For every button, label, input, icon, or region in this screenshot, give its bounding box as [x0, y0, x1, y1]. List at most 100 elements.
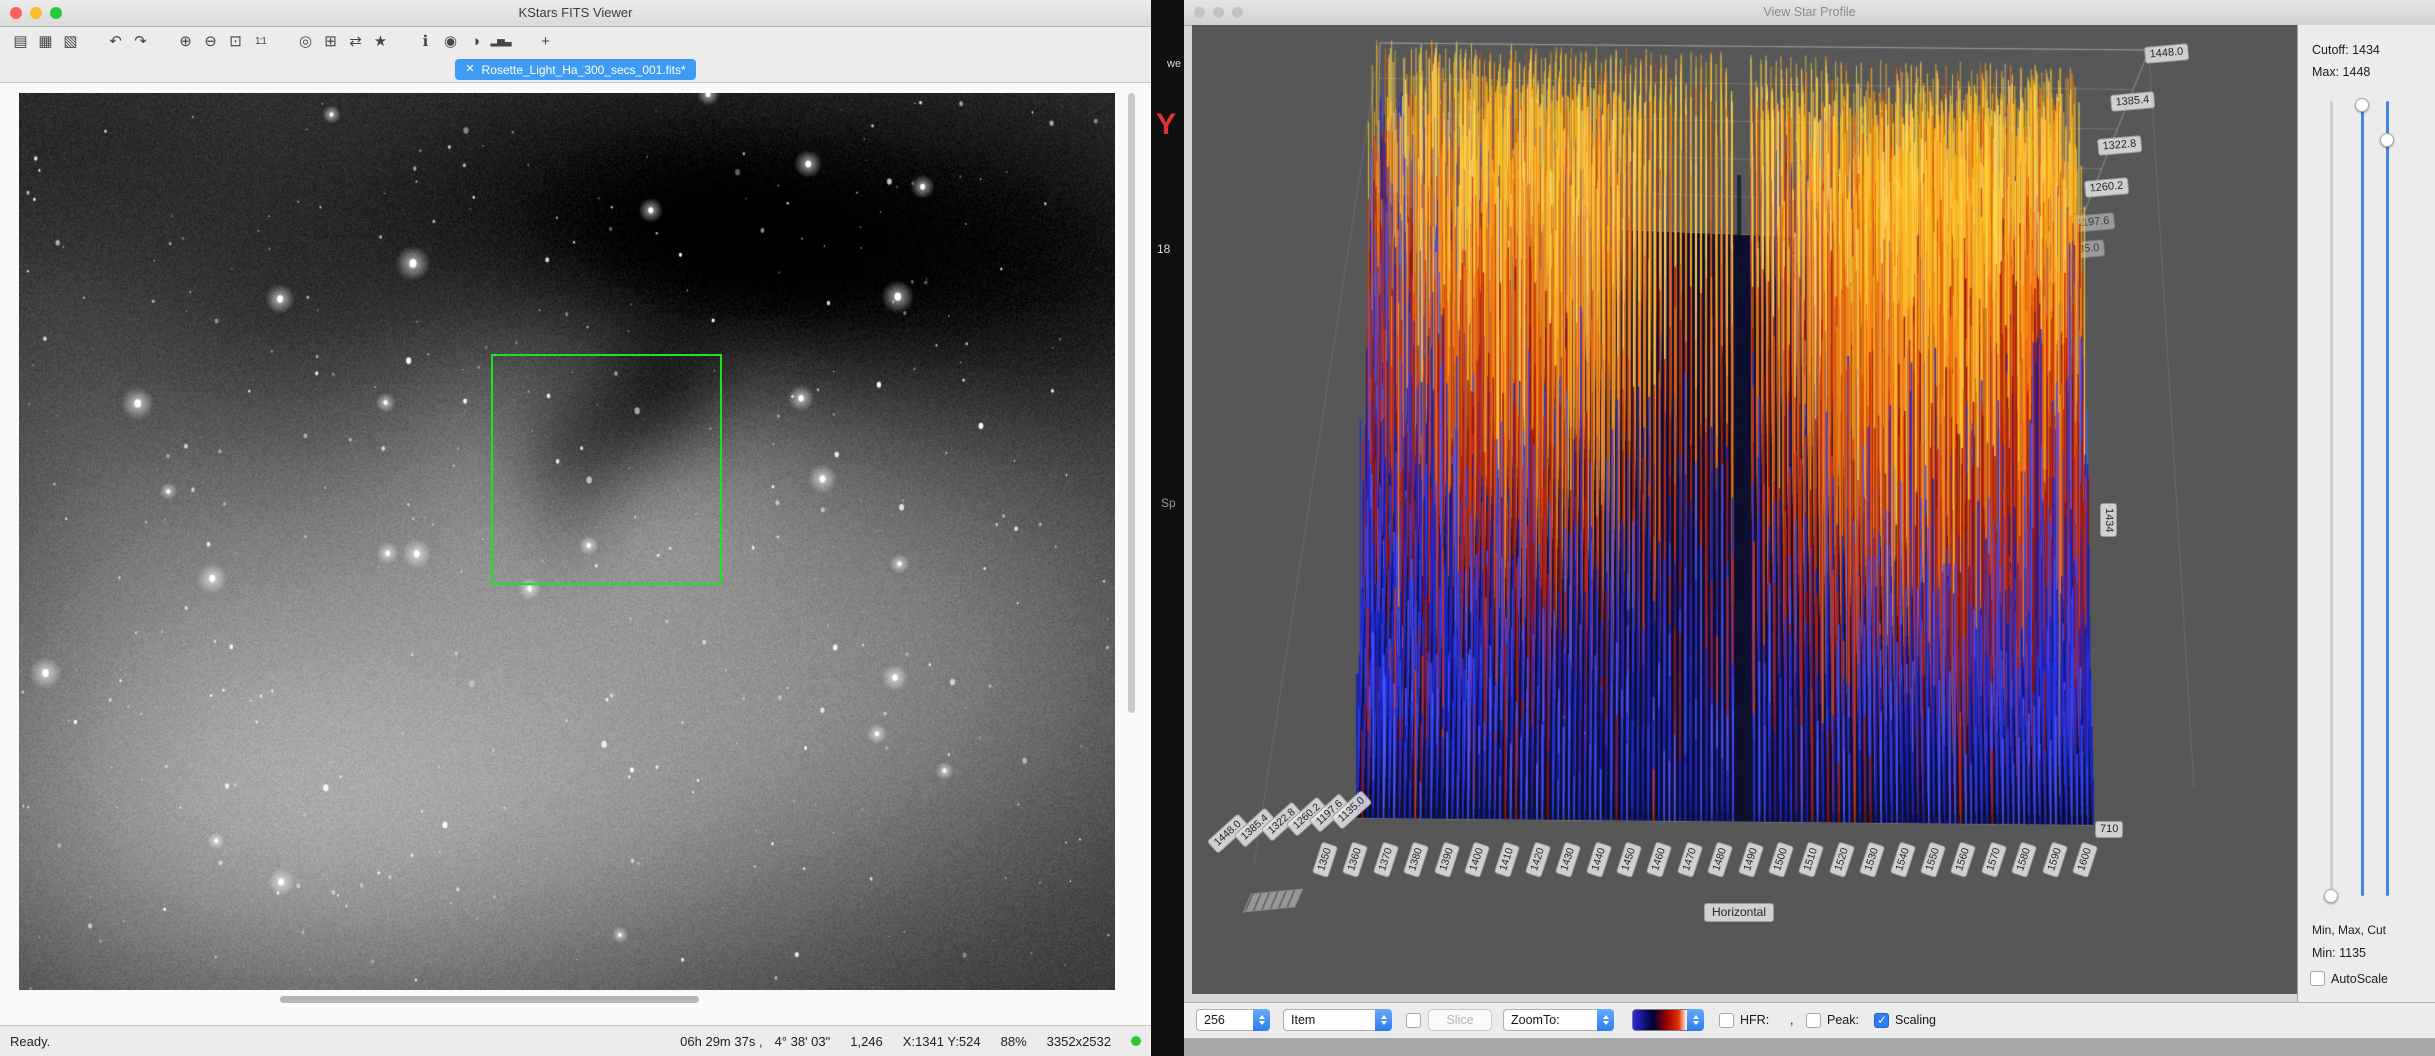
scaling-checkbox-box[interactable]: [1874, 1012, 1889, 1028]
tab-bar: ✕ Rosette_Light_Ha_300_secs_001.fits*: [0, 57, 1151, 83]
kstars-fits-viewer-window: KStars FITS Viewer ▤ ▦ ▧ ↶ ↷ ⊕ ⊖ ⊡ 1:1 ◎ ⊞ ⇄ ★ ℹ ◉ ◑ ▂▅▃…: [0, 0, 1151, 1056]
save-file-icon[interactable]: ▦: [33, 29, 58, 55]
undo-icon[interactable]: ↶: [103, 29, 128, 55]
fits-image-area: [0, 83, 1151, 1025]
autoscale-label: AutoScale: [2331, 971, 2388, 986]
autoscale-checkbox[interactable]: AutoScale: [2310, 971, 2388, 986]
zoom-to-value: ZoomTo:: [1503, 1009, 1597, 1031]
fits-viewer-titlebar[interactable]: KStars FITS Viewer: [0, 0, 1151, 27]
slice-button[interactable]: Slice: [1428, 1009, 1492, 1031]
autoscale-checkbox-box[interactable]: [2310, 971, 2325, 986]
min-slider-track[interactable]: [2330, 101, 2333, 896]
star-profile-3d-view: 1448.01385.41322.81260.21197.61135.0 Hor…: [1192, 25, 2298, 994]
status-resolution: 3352x2532: [1046, 1033, 1111, 1049]
status-pixel-value: 1,246: [850, 1033, 883, 1049]
status-dec: 4° 38' 03": [774, 1033, 831, 1049]
histogram-icon[interactable]: ▂▅▃: [488, 29, 513, 55]
contrast-stretch-icon[interactable]: ◑: [463, 29, 488, 55]
background-fragment: Y: [1156, 108, 1177, 141]
hfr-label: HFR:: [1740, 1013, 1770, 1027]
status-ra: 06h 29m 37s ,: [680, 1033, 763, 1049]
slider-caption: Min, Max, Cut: [2312, 923, 2387, 937]
max-slider-track[interactable]: [2361, 101, 2364, 896]
mark-stars-icon[interactable]: ★: [368, 29, 393, 55]
tab-label: Rosette_Light_Ha_300_secs_001.fits*: [481, 62, 686, 77]
tracking-box: [491, 354, 722, 585]
max-readout: Max: 1448: [2312, 65, 2371, 79]
sample-size-spinner[interactable]: 256: [1196, 1009, 1270, 1031]
flip-icon[interactable]: ⇄: [343, 29, 368, 55]
hfr-checkbox[interactable]: HFR:: [1719, 1009, 1769, 1031]
item-dropdown-value: Item: [1283, 1009, 1375, 1031]
pan-icon[interactable]: +: [533, 29, 558, 55]
scale-side-panel: Cutoff: 1434 Max: 1448 Min, Max, Cut Min…: [2297, 25, 2435, 1002]
window-bottom-edge: [1184, 1038, 2435, 1056]
status-cursor-xy: X:1341 Y:524: [902, 1033, 981, 1049]
center-telescope-icon[interactable]: ◎: [293, 29, 318, 55]
peak-checkbox-box[interactable]: [1806, 1012, 1821, 1028]
zoom-window-button[interactable]: [50, 7, 62, 19]
status-zoom: 88%: [1000, 1033, 1027, 1049]
redo-icon[interactable]: ↷: [128, 29, 153, 55]
window-title: View Star Profile: [1763, 5, 1856, 19]
status-bar: Ready. 06h 29m 37s , 4° 38' 03" 1,246 X:…: [0, 1025, 1151, 1056]
slice-enable-checkbox[interactable]: [1406, 1009, 1421, 1031]
dropdown-stepper-icon[interactable]: [1597, 1009, 1614, 1031]
background-fragment: we: [1167, 58, 1182, 70]
hfr-peak-separator: ,: [1790, 1013, 1794, 1027]
max-slider-thumb[interactable]: [2355, 98, 2369, 112]
star-profile-toolbar: 256 Item Slice ZoomTo: HFR: , Peak: ✓ Sc…: [1184, 1002, 2435, 1038]
save-as-icon[interactable]: ▧: [58, 29, 83, 55]
dropdown-stepper-icon[interactable]: [1375, 1009, 1392, 1031]
tab-rosette-fits[interactable]: ✕ Rosette_Light_Ha_300_secs_001.fits*: [455, 59, 696, 80]
zoom-fit-icon[interactable]: ⊡: [223, 29, 248, 55]
status-indicator-dot: [1131, 1036, 1141, 1046]
min-slider-thumb[interactable]: [2324, 889, 2338, 903]
status-coordinates: 06h 29m 37s , 4° 38' 03": [680, 1034, 830, 1049]
close-window-button[interactable]: [1194, 7, 1205, 18]
zoom-window-button[interactable]: [1232, 7, 1243, 18]
peak-label: Peak:: [1827, 1013, 1859, 1027]
cutoff-readout: Cutoff: 1434: [2312, 43, 2380, 57]
info-icon[interactable]: ℹ: [413, 29, 438, 55]
fits-toolbar: ▤ ▦ ▧ ↶ ↷ ⊕ ⊖ ⊡ 1:1 ◎ ⊞ ⇄ ★ ℹ ◉ ◑ ▂▅▃ +: [0, 27, 1151, 57]
zoom-to-dropdown[interactable]: ZoomTo:: [1503, 1009, 1614, 1031]
crosshair-icon[interactable]: ◉: [438, 29, 463, 55]
item-dropdown[interactable]: Item: [1283, 1009, 1392, 1031]
spinner-stepper-icon[interactable]: [1253, 1009, 1270, 1031]
window-controls: [10, 7, 62, 19]
background-fragment: 18: [1157, 242, 1171, 256]
horizontal-scrollbar[interactable]: [280, 996, 699, 1003]
screen: KStars FITS Viewer ▤ ▦ ▧ ↶ ↷ ⊕ ⊖ ⊡ 1:1 ◎ ⊞ ⇄ ★ ℹ ◉ ◑ ▂▅▃…: [0, 0, 2435, 1056]
view-star-profile-window: View Star Profile 1448.01385.41322.81260…: [1184, 0, 2435, 1056]
dropdown-stepper-icon[interactable]: [1687, 1009, 1704, 1031]
zoom-in-icon[interactable]: ⊕: [173, 29, 198, 55]
window-controls: [1194, 7, 1243, 18]
scaling-checkbox[interactable]: Scaling: [1874, 1009, 1936, 1031]
star-profile-3d-canvas[interactable]: [1192, 25, 2298, 994]
sample-size-value: 256: [1196, 1009, 1253, 1031]
scaling-label: Scaling: [1895, 1013, 1936, 1027]
cutoff-slider-thumb[interactable]: [2380, 133, 2394, 147]
cutoff-slider-track[interactable]: [2386, 101, 2389, 896]
peak-checkbox[interactable]: Peak:: [1806, 1009, 1859, 1031]
star-profile-titlebar[interactable]: View Star Profile: [1184, 0, 2435, 26]
minimize-window-button[interactable]: [1213, 7, 1224, 18]
slice-enable-checkbox-box[interactable]: [1406, 1012, 1421, 1028]
hfr-checkbox-box[interactable]: [1719, 1012, 1734, 1028]
window-title: KStars FITS Viewer: [518, 5, 633, 20]
min-readout: Min: 1135: [2312, 946, 2366, 960]
close-window-button[interactable]: [10, 7, 22, 19]
desktop-gap: we Y 18 Sp: [1151, 0, 1184, 1056]
grid-overlay-icon[interactable]: ⊞: [318, 29, 343, 55]
minimize-window-button[interactable]: [30, 7, 42, 19]
vertical-scrollbar[interactable]: [1128, 93, 1135, 713]
tab-close-icon[interactable]: ✕: [465, 59, 474, 80]
colormap-gradient-swatch: [1632, 1009, 1687, 1031]
zoom-actual-icon[interactable]: 1:1: [248, 29, 273, 55]
open-file-icon[interactable]: ▤: [8, 29, 33, 55]
zoom-out-icon[interactable]: ⊖: [198, 29, 223, 55]
background-fragment: Sp: [1161, 496, 1176, 510]
status-ready: Ready.: [10, 1033, 51, 1049]
colormap-dropdown[interactable]: [1632, 1009, 1704, 1031]
